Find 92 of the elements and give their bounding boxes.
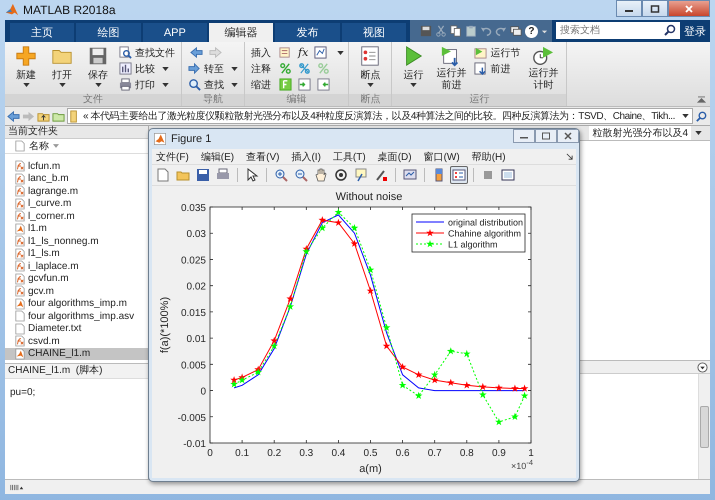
insert-button[interactable]: 插入 xyxy=(249,45,273,60)
menu-item[interactable]: 编辑(E) xyxy=(200,150,234,164)
axis-tick-label: 0.3 xyxy=(299,448,314,459)
file-list-item[interactable]: gcvfun.m xyxy=(5,272,148,285)
address-field[interactable]: « 本代码主要给出了激光粒度仪颗粒散射光强分布以及4种粒度反演算法，以及4种算法之间的比较。四种反演算法为：TSVD、Chaine、Tikh... xyxy=(67,108,693,124)
file-list-item[interactable]: lcfun.m xyxy=(5,160,148,172)
axis-tick-label: 0.1 xyxy=(235,448,250,459)
function-button[interactable]: fx xyxy=(298,46,308,59)
file-list-item[interactable]: l1_ls.m xyxy=(5,248,148,260)
file-list-item[interactable]: csvd.m xyxy=(5,335,148,348)
file-list-item[interactable]: l1.m xyxy=(5,222,148,235)
help-button[interactable]: ? xyxy=(524,24,538,38)
group-label: 运行 xyxy=(392,94,566,106)
find-button[interactable]: 查找 xyxy=(186,77,240,92)
file-list-item[interactable]: Diameter.txt xyxy=(5,322,148,335)
axis-tick-label: 0.4 xyxy=(331,448,346,459)
group-label: 编辑 xyxy=(245,94,348,106)
axis-tick-label: -0.01 xyxy=(183,439,206,450)
x-axis-title: a(m) xyxy=(359,463,382,475)
axis-tick-label: 0.8 xyxy=(460,448,474,459)
menu-item[interactable]: 查看(V) xyxy=(246,150,280,164)
menu-item[interactable]: 插入(I) xyxy=(291,150,321,164)
new-button[interactable]: 新建 xyxy=(9,45,43,87)
column-header[interactable]: 名称 xyxy=(5,139,148,154)
chart-title: Without noise xyxy=(336,191,402,203)
axis-tick-label: 0.02 xyxy=(186,282,206,293)
search-field[interactable]: 搜索文档 xyxy=(556,22,680,38)
compare-button[interactable]: 比较 xyxy=(117,61,177,76)
group-label: 导航 xyxy=(182,94,244,106)
y-axis-title: f(a)(*100%) xyxy=(159,296,171,354)
menu-item[interactable]: 帮助(H) xyxy=(472,150,506,164)
file-list-item[interactable]: CHAINE_l1.m xyxy=(5,348,148,360)
menu-item[interactable]: 桌面(D) xyxy=(378,150,412,164)
axis-exponent: ×10$^{-4}$ xyxy=(511,461,533,471)
ribbon-tab[interactable]: 编辑器 xyxy=(208,23,274,42)
axis-tick-label: 0.9 xyxy=(492,448,506,459)
run-section-button[interactable]: 运行节 xyxy=(472,45,522,60)
axis-tick-label: 0.7 xyxy=(428,448,442,459)
file-list-item[interactable]: l1_ls_nonneg.m xyxy=(5,235,148,248)
panel-title: 当前文件夹 xyxy=(5,126,148,139)
menu-item[interactable]: 文件(F) xyxy=(156,150,189,164)
ribbon-tab[interactable]: APP xyxy=(142,23,207,42)
ribbon-tab[interactable]: 绘图 xyxy=(76,23,141,42)
legend-label: L1 algorithm xyxy=(448,240,498,250)
save-button[interactable]: 保存 xyxy=(81,45,115,87)
find-files-button[interactable]: 查找文件 xyxy=(117,45,177,60)
axis-tick-label: 0.6 xyxy=(396,448,410,459)
axis-tick-label: 0.01 xyxy=(186,334,206,346)
code-preview: pu=0; xyxy=(9,386,36,400)
axis-tick-label: 0 xyxy=(200,386,206,398)
ribbon-tab[interactable]: 主页 xyxy=(10,23,74,42)
axis-tick-label: 0.035 xyxy=(180,203,206,214)
group-label: 文件 xyxy=(5,94,181,106)
file-list-item[interactable]: lanc_b.m xyxy=(5,172,148,185)
advance-button[interactable]: 前进 xyxy=(472,61,522,76)
axis-tick-label: -0.005 xyxy=(178,412,206,424)
print-button[interactable]: 打印 xyxy=(117,77,177,92)
file-list-item[interactable]: l_corner.m xyxy=(5,210,148,222)
go-to-button[interactable]: 转至 xyxy=(186,61,240,76)
axis-tick-label: 0.025 xyxy=(180,255,206,266)
axis-tick-label: 0.2 xyxy=(267,448,282,459)
figure-title: Figure 1 xyxy=(171,132,212,145)
run-button[interactable]: 运行 xyxy=(396,45,430,87)
group-label: 断点 xyxy=(349,94,392,106)
login-button[interactable]: 登录 xyxy=(680,24,710,38)
file-list-item[interactable]: lagrange.m xyxy=(5,185,148,198)
details-title: CHAINE_l1.m (脚本) xyxy=(5,363,148,379)
indent-button[interactable]: 缩进 xyxy=(249,77,273,92)
menu-item[interactable]: 窗口(W) xyxy=(424,150,460,164)
axis-tick-label: 0.015 xyxy=(180,308,206,319)
legend-label: Chahine algorithm xyxy=(448,228,522,238)
window-title: MATLAB R2018a xyxy=(23,3,116,17)
axis-tick-label: 0.005 xyxy=(180,360,206,372)
run-and-advance-button[interactable]: 运行并前进 xyxy=(432,45,470,92)
menu-item[interactable]: 工具(T) xyxy=(332,150,366,164)
file-list-item[interactable]: four algorithms_imp.m xyxy=(5,298,148,310)
breakpoints-button[interactable]: 断点 xyxy=(353,45,388,87)
file-list-item[interactable]: l_curve.m xyxy=(5,198,148,210)
file-list-item[interactable]: gcv.m xyxy=(5,285,148,298)
editor-tab[interactable]: 粒散射光强分布以及4 xyxy=(589,126,691,140)
axis-tick-label: 1 xyxy=(528,448,534,459)
ribbon-tab[interactable]: 发布 xyxy=(275,23,340,42)
comment-button[interactable]: 注释 xyxy=(249,61,273,76)
axis-tick-label: 0.5 xyxy=(364,448,378,459)
axis-tick-label: 0 xyxy=(207,448,213,459)
ribbon-tab[interactable]: 视图 xyxy=(342,23,406,42)
axis-tick-label: 0.03 xyxy=(186,229,206,240)
run-and-time-button[interactable]: 运行并计时 xyxy=(524,45,562,92)
file-list-item[interactable]: i_laplace.m xyxy=(5,260,148,272)
legend-label: original distribution xyxy=(448,218,524,228)
file-list-item[interactable]: four algorithms_imp.asv xyxy=(5,310,148,322)
open-button[interactable]: 打开 xyxy=(45,45,79,87)
